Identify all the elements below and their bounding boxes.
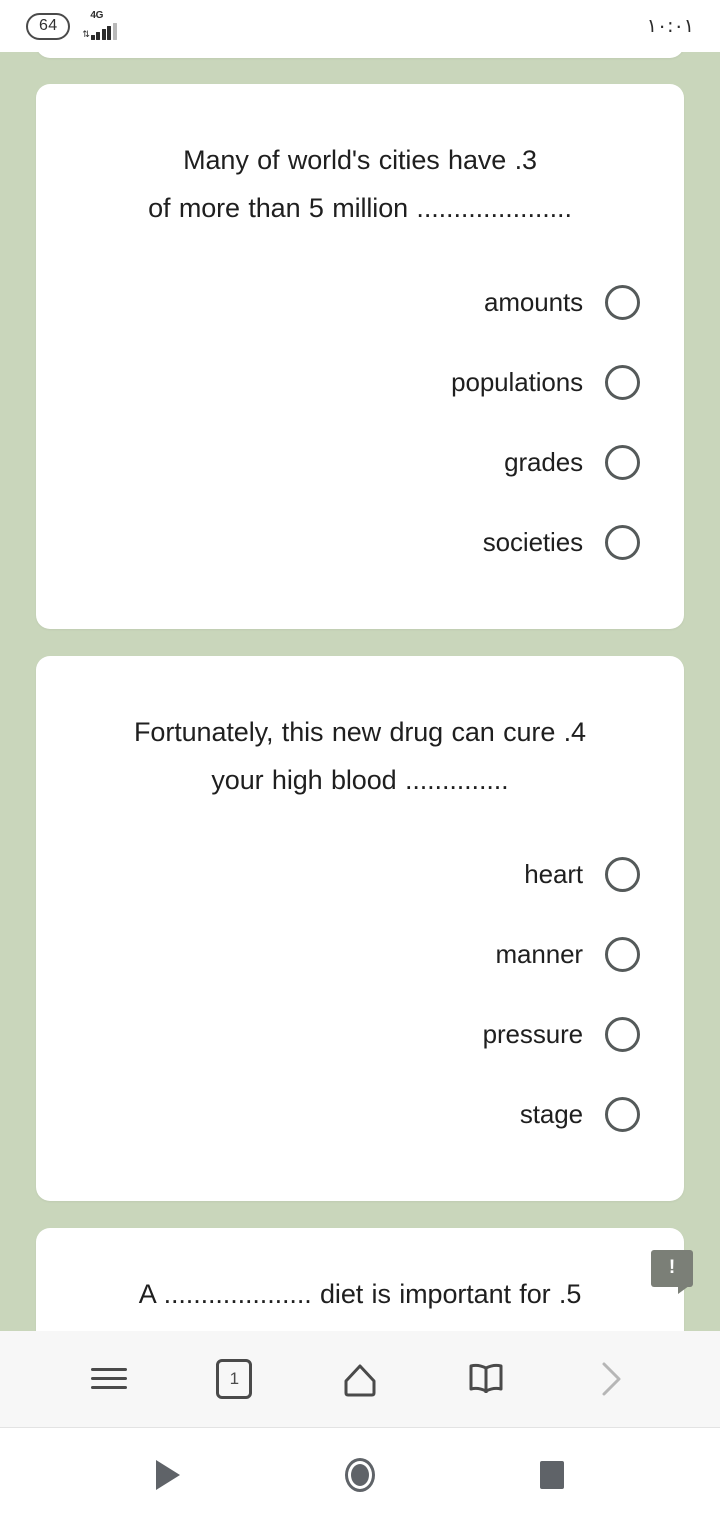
bookmarks-button[interactable]: [455, 1348, 517, 1410]
radio-button-icon[interactable]: [605, 1096, 640, 1132]
radio-button-icon[interactable]: [605, 936, 640, 972]
option-label[interactable]: societies: [483, 526, 583, 558]
options-list-3: amounts populations grades societies: [36, 232, 684, 582]
options-list-4: heart manner pressure stage: [36, 804, 684, 1154]
status-bar: 64 4G ⇅ ۱۰:۰۱: [0, 0, 720, 52]
android-navigation-bar: [0, 1429, 720, 1520]
question-line-2: ..................... of more than 5 mil…: [148, 193, 572, 223]
radio-button-icon[interactable]: [605, 444, 640, 480]
browser-toolbar: 1: [0, 1331, 720, 1428]
radio-button-icon[interactable]: [605, 856, 640, 892]
exclamation-bubble-icon[interactable]: !: [651, 1250, 693, 1294]
radio-button-icon[interactable]: [605, 1016, 640, 1052]
open-book-icon: [469, 1363, 503, 1393]
option-row[interactable]: societies: [80, 502, 640, 582]
exclamation-label: !: [668, 1257, 676, 1278]
option-label[interactable]: populations: [451, 366, 583, 398]
data-transfer-arrows-icon: ⇅: [82, 29, 90, 39]
menu-button[interactable]: [78, 1348, 140, 1410]
hamburger-menu-icon: [90, 1368, 127, 1389]
square-recents-icon: [540, 1460, 564, 1489]
triangle-back-icon: [156, 1459, 180, 1490]
option-row[interactable]: populations: [80, 342, 640, 422]
question-card-5[interactable]: A .................... diet is important…: [36, 1228, 684, 1331]
option-label[interactable]: grades: [504, 446, 583, 478]
home-button[interactable]: [329, 1348, 391, 1410]
chevron-right-icon: [602, 1362, 621, 1396]
option-label[interactable]: manner: [495, 938, 583, 970]
circle-home-icon: [345, 1457, 375, 1492]
question-text-3: Many of world's cities have .3 .........…: [36, 84, 684, 232]
status-bar-clock: ۱۰:۰۱: [646, 15, 694, 37]
question-card-4[interactable]: Fortunately, this new drug can cure .4 .…: [36, 656, 684, 1201]
web-page-viewport[interactable]: Many of world's cities have .3 .........…: [0, 52, 720, 1331]
status-bar-left: 64 4G ⇅: [26, 10, 117, 40]
question-text-4: Fortunately, this new drug can cure .4 .…: [36, 656, 684, 804]
back-button[interactable]: [136, 1443, 200, 1507]
tab-count-label: 1: [229, 1369, 240, 1388]
signal-bars-icon: 4G ⇅: [82, 10, 117, 40]
option-label[interactable]: amounts: [484, 286, 583, 318]
option-row[interactable]: stage: [80, 1074, 640, 1154]
question-text-5: A .................... diet is important…: [36, 1228, 684, 1318]
question-line-2: .............. your high blood: [211, 765, 509, 795]
question-line-1: A .................... diet is important…: [138, 1279, 582, 1309]
option-label[interactable]: pressure: [483, 1018, 583, 1050]
question-line-1: Fortunately, this new drug can cure .4: [134, 717, 586, 747]
radio-button-icon[interactable]: [605, 284, 640, 320]
question-card-3[interactable]: Many of world's cities have .3 .........…: [36, 84, 684, 629]
option-label[interactable]: stage: [520, 1098, 583, 1130]
battery-level-indicator: 64: [26, 12, 71, 40]
option-row[interactable]: grades: [80, 422, 640, 502]
option-row[interactable]: pressure: [80, 994, 640, 1074]
option-row[interactable]: heart: [80, 834, 640, 914]
signal-strength-bars: [90, 23, 117, 40]
tab-switcher-button[interactable]: 1: [203, 1348, 265, 1410]
radio-button-icon[interactable]: [605, 524, 640, 560]
home-icon: [344, 1364, 376, 1397]
home-button[interactable]: [328, 1443, 392, 1507]
option-row[interactable]: manner: [80, 914, 640, 994]
recents-button[interactable]: [520, 1443, 584, 1507]
network-type-label: 4G: [90, 10, 104, 21]
tab-count-icon: 1: [216, 1359, 253, 1399]
forward-button[interactable]: [580, 1348, 642, 1410]
question-line-1: Many of world's cities have .3: [183, 145, 537, 175]
option-label[interactable]: heart: [524, 858, 583, 890]
question-card-previous: [36, 52, 684, 58]
option-row[interactable]: amounts: [80, 262, 640, 342]
radio-button-icon[interactable]: [605, 364, 640, 400]
